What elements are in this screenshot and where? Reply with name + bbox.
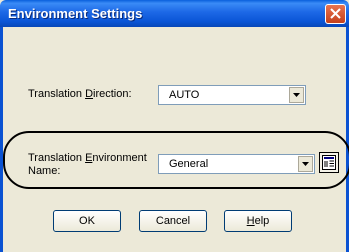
ok-button[interactable]: OK (53, 210, 121, 232)
title-bar[interactable]: Environment Settings (0, 0, 349, 27)
translation-environment-value: General (169, 158, 209, 170)
translation-direction-value: AUTO (169, 89, 200, 101)
settings-dialog-icon (322, 155, 336, 170)
window-border-left (0, 27, 3, 252)
translation-direction-dropdown-button[interactable] (289, 87, 304, 103)
translation-direction-label: Translation Direction: (28, 88, 132, 100)
environment-settings-button[interactable] (319, 152, 339, 173)
chevron-down-icon (302, 162, 309, 166)
translation-environment-dropdown[interactable]: General (158, 154, 315, 174)
dialog-title: Environment Settings (8, 6, 143, 21)
cancel-button[interactable]: Cancel (139, 210, 207, 232)
translation-direction-dropdown[interactable]: AUTO (158, 85, 306, 105)
close-button[interactable] (325, 4, 346, 24)
chevron-down-icon (293, 93, 300, 97)
translation-environment-name-label: Translation Environment Name: (28, 152, 147, 177)
help-button[interactable]: Help (224, 210, 292, 232)
close-icon (330, 8, 341, 19)
environment-settings-dialog: Environment Settings Translation Directi… (0, 0, 349, 252)
translation-environment-dropdown-button[interactable] (298, 156, 313, 172)
